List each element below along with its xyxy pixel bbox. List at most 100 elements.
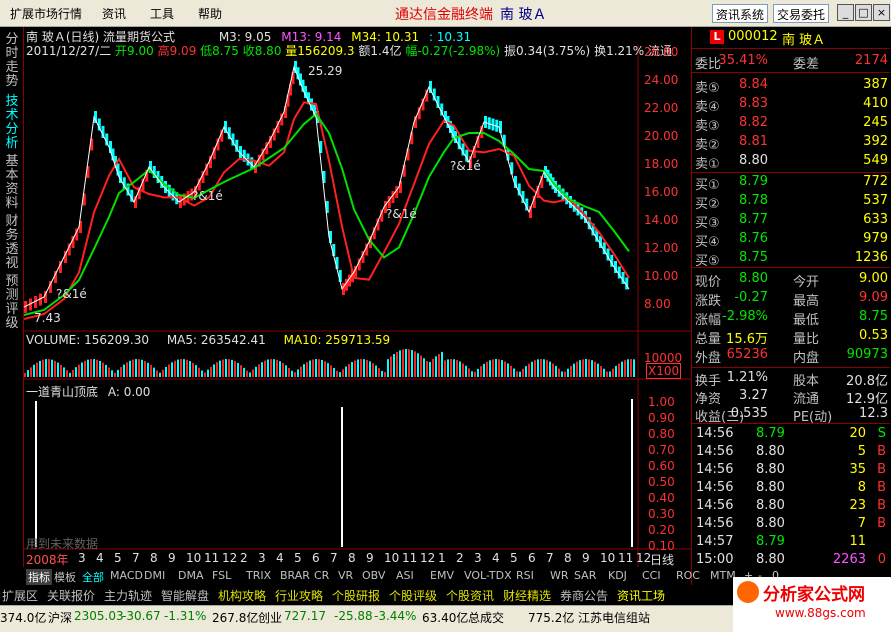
quote-label: 今开: [793, 275, 820, 290]
quote-label: 涨跌: [695, 294, 722, 309]
tick-direction: 0: [877, 552, 886, 567]
indicator-tab[interactable]: DMA: [178, 569, 204, 582]
indicator-tab[interactable]: WR: [550, 569, 569, 582]
volume-bar: [489, 360, 491, 377]
volume-bar: [486, 361, 488, 377]
asks-row[interactable]: 卖③ 8.82 245: [692, 115, 890, 134]
indicator-tab[interactable]: EMV: [430, 569, 454, 582]
indicator-tab[interactable]: TRIX: [246, 569, 271, 582]
volume-bar: [261, 362, 263, 377]
indicator-tab[interactable]: VOL-TDX: [464, 569, 512, 582]
tick-row: 14:56 8.79 20 S: [696, 426, 890, 444]
volume-bar: [288, 367, 290, 377]
indicator-tab[interactable]: ROC: [676, 569, 700, 582]
tab-technical[interactable]: 技术分析: [2, 95, 22, 151]
indicator-tab[interactable]: BRAR: [280, 569, 310, 582]
nav-tab[interactable]: 个股研报: [332, 587, 380, 604]
bids-row[interactable]: 买② 8.78 537: [692, 193, 890, 212]
volume-bar: [543, 359, 545, 377]
minimize-icon[interactable]: _: [837, 4, 854, 21]
volume-bar: [219, 360, 221, 377]
indicator-tab[interactable]: CR: [314, 569, 329, 582]
tab-finance[interactable]: 财务透视: [2, 215, 22, 271]
indicator-tab[interactable]: OBV: [362, 569, 385, 582]
menu-help[interactable]: 帮助: [198, 5, 222, 22]
indicator-tab[interactable]: MACD: [110, 569, 143, 582]
quote-label: 内盘: [793, 351, 820, 366]
indicator-tab[interactable]: VR: [338, 569, 353, 582]
change-value: 幅-0.27(-2.98%): [405, 44, 501, 58]
indicator-tab[interactable]: RSI: [516, 569, 534, 582]
quote-value: 65236: [726, 347, 768, 362]
info-system-button[interactable]: 资讯系统: [712, 4, 769, 23]
volume-bar: [459, 361, 461, 377]
indicator-tab[interactable]: DMI: [144, 569, 165, 582]
nav-tab[interactable]: 行业攻略: [275, 587, 323, 604]
indicator-tab[interactable]: FSL: [212, 569, 231, 582]
x-tick-label: 2008年: [26, 553, 69, 567]
nav-tab[interactable]: 资讯工场: [617, 587, 665, 604]
indicator-tab[interactable]: 模板: [54, 569, 76, 585]
chart-area[interactable]: 南 玻Ａ(日线) 流量期货公式 M3: 9.05 M13: 9.14 M34: …: [24, 27, 691, 567]
volume-label: VOLUME: 156209.30: [26, 333, 149, 347]
bids-row[interactable]: 买⑤ 8.75 1236: [692, 250, 890, 269]
volume-bar: [54, 360, 56, 377]
period-label[interactable]: 日线: [650, 551, 674, 568]
volume-bar: [339, 372, 341, 377]
low-label: 7.43: [34, 311, 61, 325]
volume-bar: [375, 365, 377, 377]
indicator-tab[interactable]: 全部: [82, 569, 104, 585]
volume-bar: [495, 359, 497, 377]
menu-market[interactable]: 扩展市场行情: [10, 5, 82, 22]
tick-row: 14:57 8.79 11: [696, 534, 890, 552]
asks-label: 卖②: [695, 138, 720, 153]
close-icon[interactable]: ×: [873, 4, 890, 21]
nav-tab[interactable]: 关联报价: [47, 587, 95, 604]
volume-bar: [153, 367, 155, 377]
x-tick-label: 9: [366, 551, 374, 565]
menu-tools[interactable]: 工具: [150, 5, 174, 22]
volume-bar: [186, 359, 188, 377]
bids-row[interactable]: 买① 8.79 772: [692, 174, 890, 193]
volume-bar: [360, 359, 362, 377]
quote-value: 90973: [846, 347, 888, 362]
nav-tab[interactable]: 智能解盘: [161, 587, 209, 604]
asks-row[interactable]: 卖④ 8.83 410: [692, 96, 890, 115]
sz-label: 沪深: [48, 611, 73, 625]
indicator-tab[interactable]: MTM: [710, 569, 736, 582]
nav-tab[interactable]: 财经精选: [503, 587, 551, 604]
fund-label: 净资: [695, 392, 722, 407]
tick-price: 8.80: [756, 498, 785, 513]
volume-bar: [564, 371, 566, 377]
tab-profile[interactable]: 基本资料: [2, 155, 22, 211]
volume-bar: [372, 363, 374, 377]
nav-tab[interactable]: 主力轨迹: [104, 587, 152, 604]
broker-name: 江苏电信组站: [578, 611, 651, 625]
indicator-tab[interactable]: CCI: [642, 569, 661, 582]
asks-row[interactable]: 卖⑤ 8.84 387: [692, 77, 890, 96]
tab-rating[interactable]: 预测评级: [2, 275, 22, 331]
menu-info[interactable]: 资讯: [102, 5, 126, 22]
nav-tab[interactable]: 个股评级: [389, 587, 437, 604]
volume-bar: [438, 353, 440, 377]
bids-row[interactable]: 买④ 8.76 979: [692, 231, 890, 250]
volume-bar: [306, 362, 308, 377]
bids-row[interactable]: 买③ 8.77 633: [692, 212, 890, 231]
indicator-tab[interactable]: 指标: [26, 569, 52, 585]
indicator-tab[interactable]: ASI: [396, 569, 414, 582]
tick-row: 14:56 8.80 5 B: [696, 444, 890, 462]
indicator-tab[interactable]: SAR: [574, 569, 596, 582]
asks-row[interactable]: 卖② 8.81 392: [692, 134, 890, 153]
volume-bar: [126, 362, 128, 377]
trade-button[interactable]: 交易委托: [773, 4, 830, 23]
nav-tab[interactable]: 扩展区: [2, 587, 38, 604]
maximize-icon[interactable]: □: [855, 4, 872, 21]
nav-tab[interactable]: 券商公告: [560, 587, 608, 604]
indicator-tab[interactable]: KDJ: [608, 569, 627, 582]
turnover-value: 换1.21%: [594, 44, 645, 58]
asks-row[interactable]: 卖① 8.80 549: [692, 153, 890, 172]
nav-tab[interactable]: 个股资讯: [446, 587, 494, 604]
tab-intraday[interactable]: 分时走势: [2, 33, 22, 89]
nav-tab[interactable]: 机构攻略: [218, 587, 266, 604]
volume-bar: [237, 362, 239, 377]
